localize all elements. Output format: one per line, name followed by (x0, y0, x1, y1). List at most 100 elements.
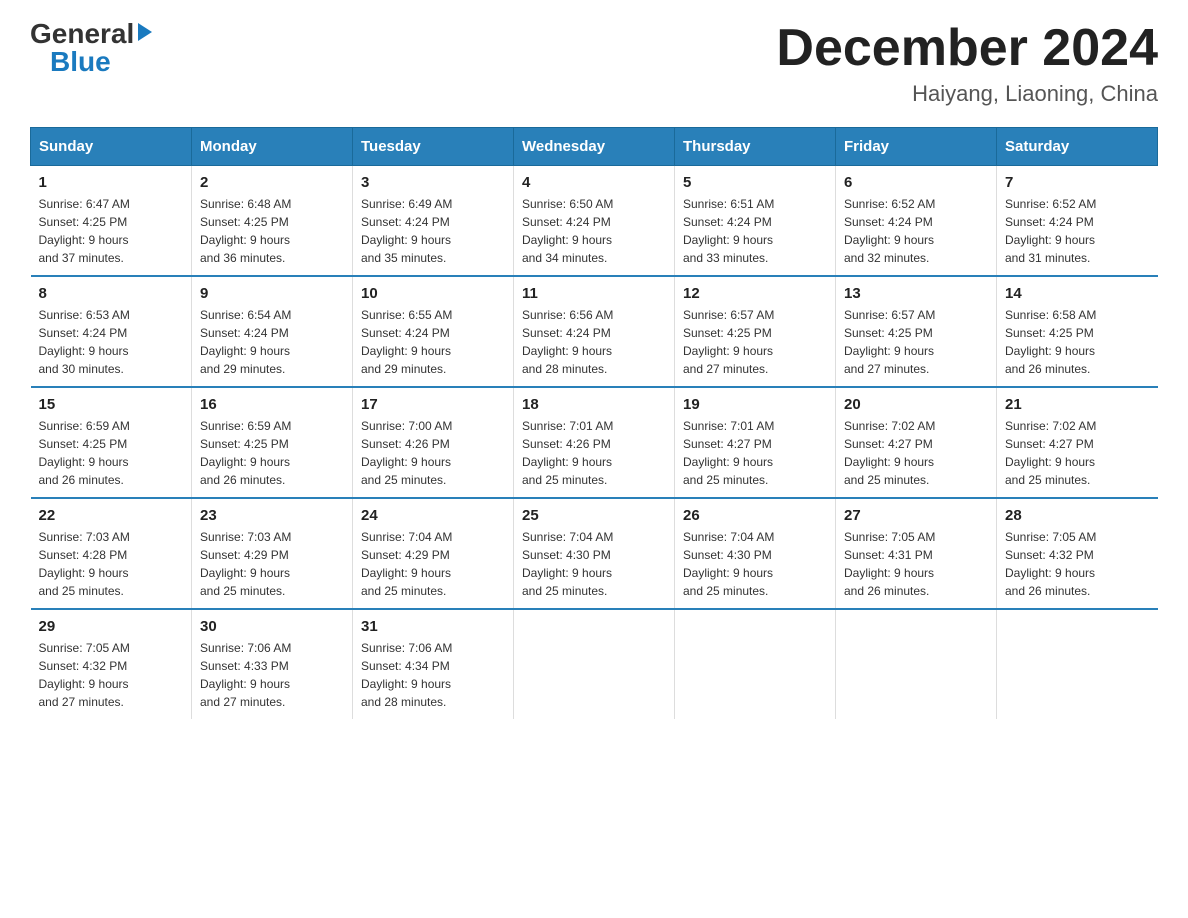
day-number: 10 (361, 285, 505, 302)
calendar-cell: 2 Sunrise: 6:48 AMSunset: 4:25 PMDayligh… (192, 166, 353, 277)
weekday-header-row: SundayMondayTuesdayWednesdayThursdayFrid… (31, 128, 1158, 166)
day-info: Sunrise: 6:50 AMSunset: 4:24 PMDaylight:… (522, 197, 613, 265)
calendar-cell: 7 Sunrise: 6:52 AMSunset: 4:24 PMDayligh… (997, 166, 1158, 277)
calendar-cell (836, 609, 997, 719)
day-info: Sunrise: 7:04 AMSunset: 4:29 PMDaylight:… (361, 530, 452, 598)
calendar-cell (997, 609, 1158, 719)
day-number: 6 (844, 174, 988, 191)
calendar-cell: 6 Sunrise: 6:52 AMSunset: 4:24 PMDayligh… (836, 166, 997, 277)
day-number: 26 (683, 507, 827, 524)
calendar-cell: 4 Sunrise: 6:50 AMSunset: 4:24 PMDayligh… (514, 166, 675, 277)
day-number: 22 (39, 507, 184, 524)
calendar-cell: 29 Sunrise: 7:05 AMSunset: 4:32 PMDaylig… (31, 609, 192, 719)
day-number: 24 (361, 507, 505, 524)
day-number: 25 (522, 507, 666, 524)
calendar-cell: 17 Sunrise: 7:00 AMSunset: 4:26 PMDaylig… (353, 387, 514, 498)
day-info: Sunrise: 6:57 AMSunset: 4:25 PMDaylight:… (683, 308, 774, 376)
weekday-header-thursday: Thursday (675, 128, 836, 166)
day-info: Sunrise: 7:06 AMSunset: 4:33 PMDaylight:… (200, 641, 291, 709)
day-number: 13 (844, 285, 988, 302)
day-info: Sunrise: 7:02 AMSunset: 4:27 PMDaylight:… (1005, 419, 1096, 487)
day-info: Sunrise: 6:54 AMSunset: 4:24 PMDaylight:… (200, 308, 291, 376)
day-number: 20 (844, 396, 988, 413)
day-info: Sunrise: 6:57 AMSunset: 4:25 PMDaylight:… (844, 308, 935, 376)
calendar-cell: 8 Sunrise: 6:53 AMSunset: 4:24 PMDayligh… (31, 276, 192, 387)
calendar-cell: 18 Sunrise: 7:01 AMSunset: 4:26 PMDaylig… (514, 387, 675, 498)
calendar-cell: 11 Sunrise: 6:56 AMSunset: 4:24 PMDaylig… (514, 276, 675, 387)
calendar-week-row: 15 Sunrise: 6:59 AMSunset: 4:25 PMDaylig… (31, 387, 1158, 498)
calendar-cell: 31 Sunrise: 7:06 AMSunset: 4:34 PMDaylig… (353, 609, 514, 719)
page-header: General Blue December 2024 Haiyang, Liao… (30, 20, 1158, 107)
day-info: Sunrise: 6:52 AMSunset: 4:24 PMDaylight:… (844, 197, 935, 265)
day-info: Sunrise: 7:01 AMSunset: 4:26 PMDaylight:… (522, 419, 613, 487)
day-number: 3 (361, 174, 505, 191)
day-info: Sunrise: 7:05 AMSunset: 4:31 PMDaylight:… (844, 530, 935, 598)
day-number: 12 (683, 285, 827, 302)
day-number: 8 (39, 285, 184, 302)
day-number: 7 (1005, 174, 1150, 191)
day-info: Sunrise: 6:59 AMSunset: 4:25 PMDaylight:… (39, 419, 130, 487)
calendar-week-row: 1 Sunrise: 6:47 AMSunset: 4:25 PMDayligh… (31, 166, 1158, 277)
day-info: Sunrise: 7:05 AMSunset: 4:32 PMDaylight:… (1005, 530, 1096, 598)
day-info: Sunrise: 7:02 AMSunset: 4:27 PMDaylight:… (844, 419, 935, 487)
day-number: 29 (39, 618, 184, 635)
location-text: Haiyang, Liaoning, China (776, 81, 1158, 107)
day-number: 23 (200, 507, 344, 524)
day-number: 30 (200, 618, 344, 635)
calendar-cell: 30 Sunrise: 7:06 AMSunset: 4:33 PMDaylig… (192, 609, 353, 719)
day-info: Sunrise: 7:04 AMSunset: 4:30 PMDaylight:… (683, 530, 774, 598)
day-info: Sunrise: 7:05 AMSunset: 4:32 PMDaylight:… (39, 641, 130, 709)
calendar-cell: 9 Sunrise: 6:54 AMSunset: 4:24 PMDayligh… (192, 276, 353, 387)
day-number: 28 (1005, 507, 1150, 524)
day-info: Sunrise: 6:49 AMSunset: 4:24 PMDaylight:… (361, 197, 452, 265)
calendar-cell: 20 Sunrise: 7:02 AMSunset: 4:27 PMDaylig… (836, 387, 997, 498)
day-number: 11 (522, 285, 666, 302)
day-number: 9 (200, 285, 344, 302)
day-info: Sunrise: 7:01 AMSunset: 4:27 PMDaylight:… (683, 419, 774, 487)
logo: General Blue (30, 20, 152, 76)
day-number: 18 (522, 396, 666, 413)
calendar-cell: 16 Sunrise: 6:59 AMSunset: 4:25 PMDaylig… (192, 387, 353, 498)
calendar-cell: 14 Sunrise: 6:58 AMSunset: 4:25 PMDaylig… (997, 276, 1158, 387)
day-info: Sunrise: 7:03 AMSunset: 4:28 PMDaylight:… (39, 530, 130, 598)
day-info: Sunrise: 6:47 AMSunset: 4:25 PMDaylight:… (39, 197, 130, 265)
calendar-week-row: 29 Sunrise: 7:05 AMSunset: 4:32 PMDaylig… (31, 609, 1158, 719)
weekday-header-wednesday: Wednesday (514, 128, 675, 166)
calendar-cell: 5 Sunrise: 6:51 AMSunset: 4:24 PMDayligh… (675, 166, 836, 277)
day-info: Sunrise: 7:03 AMSunset: 4:29 PMDaylight:… (200, 530, 291, 598)
day-info: Sunrise: 6:48 AMSunset: 4:25 PMDaylight:… (200, 197, 291, 265)
day-info: Sunrise: 6:59 AMSunset: 4:25 PMDaylight:… (200, 419, 291, 487)
calendar-cell: 13 Sunrise: 6:57 AMSunset: 4:25 PMDaylig… (836, 276, 997, 387)
day-number: 21 (1005, 396, 1150, 413)
calendar-cell: 1 Sunrise: 6:47 AMSunset: 4:25 PMDayligh… (31, 166, 192, 277)
day-number: 17 (361, 396, 505, 413)
calendar-table: SundayMondayTuesdayWednesdayThursdayFrid… (30, 127, 1158, 719)
calendar-cell: 12 Sunrise: 6:57 AMSunset: 4:25 PMDaylig… (675, 276, 836, 387)
day-info: Sunrise: 6:53 AMSunset: 4:24 PMDaylight:… (39, 308, 130, 376)
calendar-cell: 10 Sunrise: 6:55 AMSunset: 4:24 PMDaylig… (353, 276, 514, 387)
calendar-cell: 27 Sunrise: 7:05 AMSunset: 4:31 PMDaylig… (836, 498, 997, 609)
calendar-week-row: 22 Sunrise: 7:03 AMSunset: 4:28 PMDaylig… (31, 498, 1158, 609)
title-section: December 2024 Haiyang, Liaoning, China (776, 20, 1158, 107)
calendar-cell: 26 Sunrise: 7:04 AMSunset: 4:30 PMDaylig… (675, 498, 836, 609)
calendar-cell: 24 Sunrise: 7:04 AMSunset: 4:29 PMDaylig… (353, 498, 514, 609)
day-info: Sunrise: 6:58 AMSunset: 4:25 PMDaylight:… (1005, 308, 1096, 376)
weekday-header-saturday: Saturday (997, 128, 1158, 166)
logo-blue-text: Blue (50, 48, 111, 76)
day-info: Sunrise: 7:00 AMSunset: 4:26 PMDaylight:… (361, 419, 452, 487)
calendar-cell: 3 Sunrise: 6:49 AMSunset: 4:24 PMDayligh… (353, 166, 514, 277)
day-info: Sunrise: 6:52 AMSunset: 4:24 PMDaylight:… (1005, 197, 1096, 265)
day-number: 4 (522, 174, 666, 191)
day-info: Sunrise: 6:56 AMSunset: 4:24 PMDaylight:… (522, 308, 613, 376)
calendar-cell: 25 Sunrise: 7:04 AMSunset: 4:30 PMDaylig… (514, 498, 675, 609)
calendar-cell: 21 Sunrise: 7:02 AMSunset: 4:27 PMDaylig… (997, 387, 1158, 498)
logo-triangle-icon (138, 23, 152, 41)
calendar-week-row: 8 Sunrise: 6:53 AMSunset: 4:24 PMDayligh… (31, 276, 1158, 387)
logo-general-text: General (30, 20, 134, 48)
day-info: Sunrise: 7:04 AMSunset: 4:30 PMDaylight:… (522, 530, 613, 598)
day-number: 5 (683, 174, 827, 191)
day-number: 31 (361, 618, 505, 635)
calendar-cell: 23 Sunrise: 7:03 AMSunset: 4:29 PMDaylig… (192, 498, 353, 609)
day-info: Sunrise: 6:51 AMSunset: 4:24 PMDaylight:… (683, 197, 774, 265)
day-info: Sunrise: 7:06 AMSunset: 4:34 PMDaylight:… (361, 641, 452, 709)
